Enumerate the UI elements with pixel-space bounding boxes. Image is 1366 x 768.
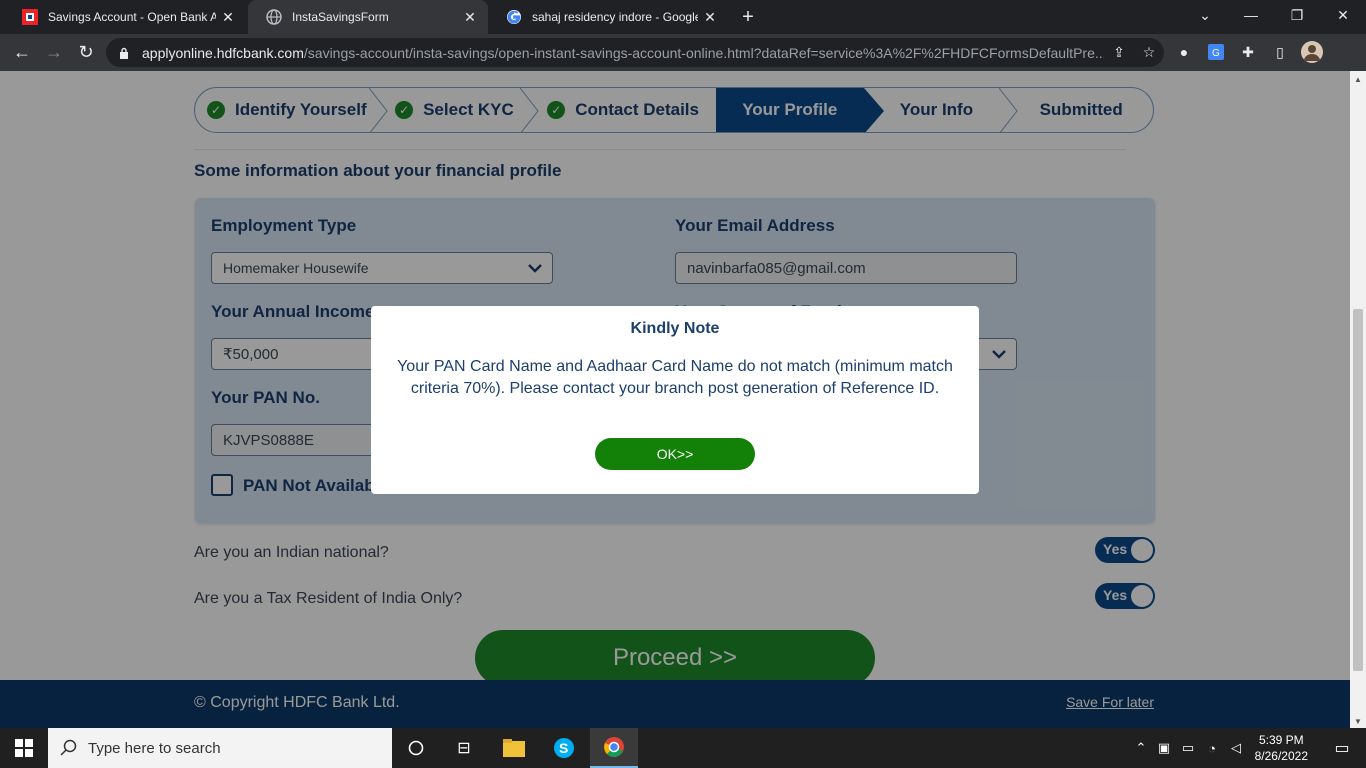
battery-icon[interactable]: ▭: [1176, 740, 1200, 756]
google-icon: [507, 10, 521, 24]
search-icon: [60, 739, 77, 756]
clock-time: 5:39 PM: [1258, 733, 1304, 747]
tab-title: Savings Account - Open Bank Ac: [48, 10, 216, 24]
browser-tab-strip: Savings Account - Open Bank Ac ✕ InstaSa…: [0, 0, 1366, 34]
address-bar[interactable]: applyonline.hdfcbank.com/savings-account…: [106, 38, 1164, 67]
tab-search-icon[interactable]: ⌄: [1182, 0, 1228, 30]
taskbar-search-box[interactable]: Type here to search: [48, 728, 392, 768]
back-icon[interactable]: ←: [6, 37, 38, 69]
chrome-taskbar-icon[interactable]: [590, 728, 638, 768]
close-window-icon[interactable]: ✕: [1320, 0, 1366, 30]
svg-text:G: G: [1212, 48, 1220, 59]
url-text: applyonline.hdfcbank.com/savings-account…: [142, 45, 1104, 61]
profile-avatar-icon[interactable]: [1300, 40, 1324, 64]
system-tray: ⌃ ▣ ▭ ◔ ◁: [1130, 728, 1248, 768]
scrollbar-thumb[interactable]: [1353, 309, 1363, 671]
close-tab-icon[interactable]: ✕: [458, 9, 482, 26]
restore-icon[interactable]: ❐: [1274, 0, 1320, 30]
url-path: /savings-account/insta-savings/open-inst…: [303, 44, 1104, 61]
bookmark-star-icon[interactable]: ☆: [1134, 44, 1164, 61]
cortana-icon[interactable]: [392, 728, 440, 768]
svg-text:S: S: [559, 740, 568, 756]
new-tab-icon[interactable]: +: [736, 6, 760, 28]
reload-icon[interactable]: ↻: [70, 37, 102, 69]
ok-button[interactable]: OK>>: [595, 438, 755, 470]
tab-title: InstaSavingsForm: [292, 10, 389, 24]
puzzle-icon[interactable]: ✚: [1236, 40, 1260, 64]
windows-start-icon[interactable]: [0, 728, 48, 768]
clock-date: 8/26/2022: [1254, 749, 1308, 763]
browser-tab[interactable]: sahaj residency indore - Google S ✕: [488, 0, 728, 34]
taskbar-clock[interactable]: 5:39 PM 8/26/2022: [1255, 732, 1308, 764]
url-domain: applyonline.hdfcbank.com: [142, 44, 304, 61]
close-tab-icon[interactable]: ✕: [216, 9, 240, 26]
translate-icon[interactable]: G: [1204, 40, 1228, 64]
side-panel-icon[interactable]: ▯: [1268, 40, 1292, 64]
hdfc-favicon-icon: [22, 9, 38, 25]
scroll-down-icon[interactable]: ▼: [1354, 717, 1362, 726]
windows-taskbar: Type here to search ⊟ S ⌃ ▣ ▭ ◔ ◁ 5:39 P…: [0, 728, 1366, 768]
window-controls: ⌄ — ❐ ✕: [1182, 0, 1366, 30]
dialog-message: Your PAN Card Name and Aadhaar Card Name…: [397, 358, 953, 397]
globe-icon: [266, 9, 282, 25]
wifi-icon[interactable]: ◔: [1200, 741, 1224, 756]
extension-icon[interactable]: ●: [1172, 40, 1196, 64]
close-tab-icon[interactable]: ✕: [698, 9, 722, 26]
kindly-note-dialog: Kindly Note Your PAN Card Name and Aadha…: [371, 306, 979, 494]
forward-icon[interactable]: →: [38, 37, 70, 69]
notification-icon[interactable]: ▭: [1318, 728, 1366, 768]
search-placeholder: Type here to search: [88, 739, 221, 757]
tray-app-icon[interactable]: ▣: [1152, 740, 1176, 756]
minimize-icon[interactable]: —: [1228, 0, 1274, 30]
task-view-icon[interactable]: ⊟: [440, 728, 488, 768]
lock-icon: [120, 47, 128, 59]
file-explorer-icon[interactable]: [490, 728, 538, 768]
browser-tab-active[interactable]: InstaSavingsForm ✕: [248, 0, 488, 34]
dialog-title: Kindly Note: [630, 320, 720, 337]
page-scrollbar[interactable]: ▲ ▼: [1350, 71, 1366, 728]
scroll-up-icon[interactable]: ▲: [1354, 75, 1362, 84]
browser-tab[interactable]: Savings Account - Open Bank Ac ✕: [4, 0, 246, 34]
share-icon[interactable]: ⇪: [1104, 44, 1134, 61]
volume-icon[interactable]: ◁: [1224, 740, 1248, 756]
tab-title: sahaj residency indore - Google S: [532, 10, 698, 24]
tray-overflow-icon[interactable]: ⌃: [1130, 740, 1152, 756]
skype-icon[interactable]: S: [540, 728, 588, 768]
browser-toolbar: ← → ↻ applyonline.hdfcbank.com/savings-a…: [0, 34, 1366, 71]
